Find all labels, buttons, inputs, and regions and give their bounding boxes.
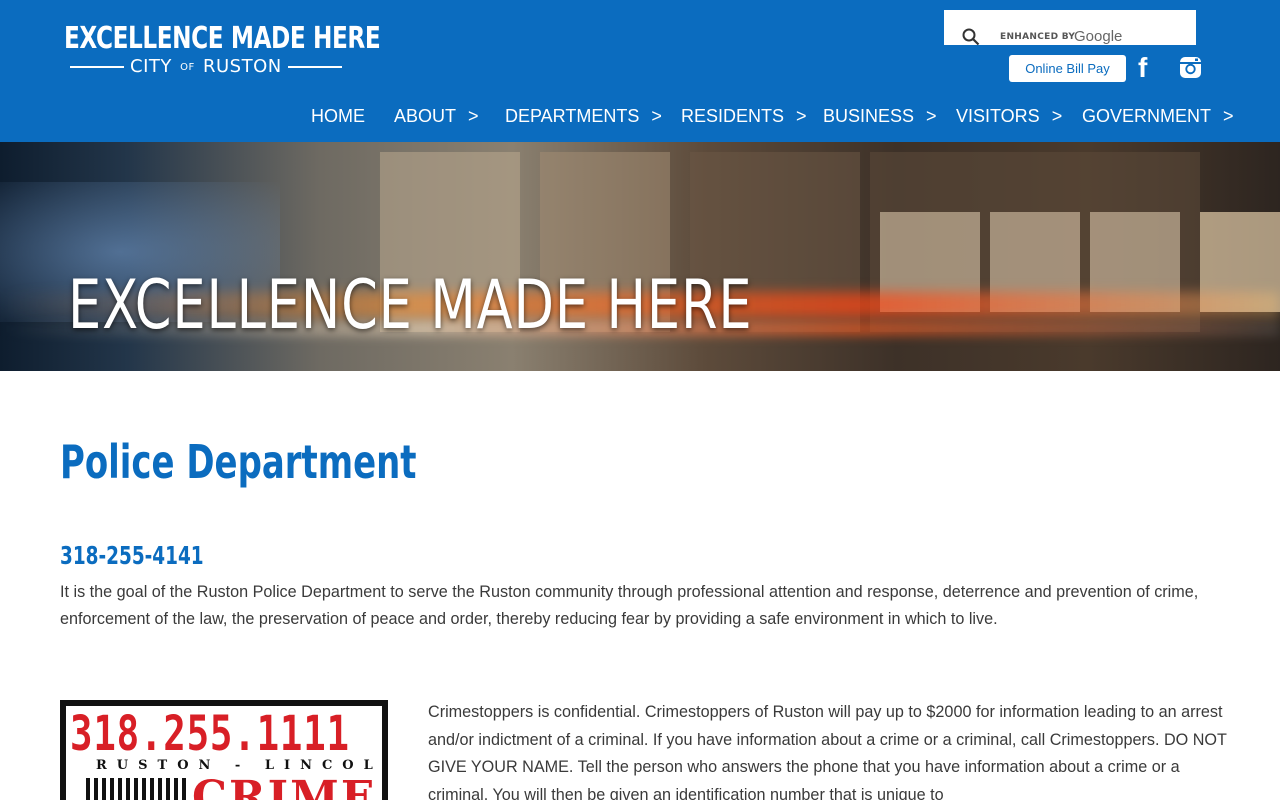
main-nav: HOME ABOUT > DEPARTMENTS > RESIDENTS > BUSI… [0,104,1280,130]
search-icon[interactable] [962,28,980,46]
hero-title: EXCELLENCE MADE HERE [68,266,753,345]
nav-item-government[interactable]: GOVERNMENT > [1082,104,1234,128]
logo-divider [287,66,342,68]
nav-item-visitors[interactable]: VISITORS > [956,104,1062,128]
chevron-right-icon: > [651,106,662,126]
google-logo: Google [1074,28,1123,45]
search-enhanced-label: ENHANCED BY [1000,32,1076,42]
site-header: EXCELLENCE MADE HERE CITY OF RUSTON ENHA… [0,0,1280,142]
chevron-right-icon: > [926,106,937,126]
chevron-right-icon: > [796,106,807,126]
nav-item-home[interactable]: HOME [311,104,365,128]
mission-statement: It is the goal of the Ruston Police Depa… [60,583,1199,628]
chevron-right-icon: > [1051,106,1063,126]
logo-title: EXCELLENCE MADE HERE [64,21,381,56]
nav-item-business[interactable]: BUSINESS > [823,104,937,128]
crimestoppers-phone: 318.255.1111 [70,706,350,762]
search-input[interactable]: ENHANCED BY Google [944,10,1196,46]
jail-bars-icon [86,778,186,800]
nav-item-about[interactable]: ABOUT > [394,104,479,128]
instagram-icon[interactable] [1179,56,1202,79]
page-title: Police Department [60,435,417,489]
logo-subtitle: CITY OF RUSTON [64,55,342,78]
crimestoppers-word: CRIME [192,772,377,800]
department-phone[interactable]: 318-255-4141 [60,540,204,572]
nav-item-departments[interactable]: DEPARTMENTS > [505,104,662,128]
crimestoppers-region: RUSTON - LINCOLN [96,758,388,773]
hero-banner: EXCELLENCE MADE HERE [0,142,1280,371]
crimestoppers-image[interactable]: 318.255.1111 RUSTON - LINCOLN CRIME [60,700,388,800]
logo-city: CITY OF RUSTON [130,55,282,77]
facebook-icon[interactable]: f [1138,54,1160,82]
nav-item-residents[interactable]: RESIDENTS > [681,104,807,128]
logo-divider [70,66,124,68]
chevron-right-icon: > [1223,106,1234,126]
site-logo[interactable]: EXCELLENCE MADE HERE CITY OF RUSTON [64,21,381,78]
chevron-right-icon: > [468,106,479,126]
crimestoppers-text: Crimestoppers is confidential. Crimestop… [428,703,1227,800]
online-bill-pay-button[interactable]: Online Bill Pay [1009,55,1126,82]
